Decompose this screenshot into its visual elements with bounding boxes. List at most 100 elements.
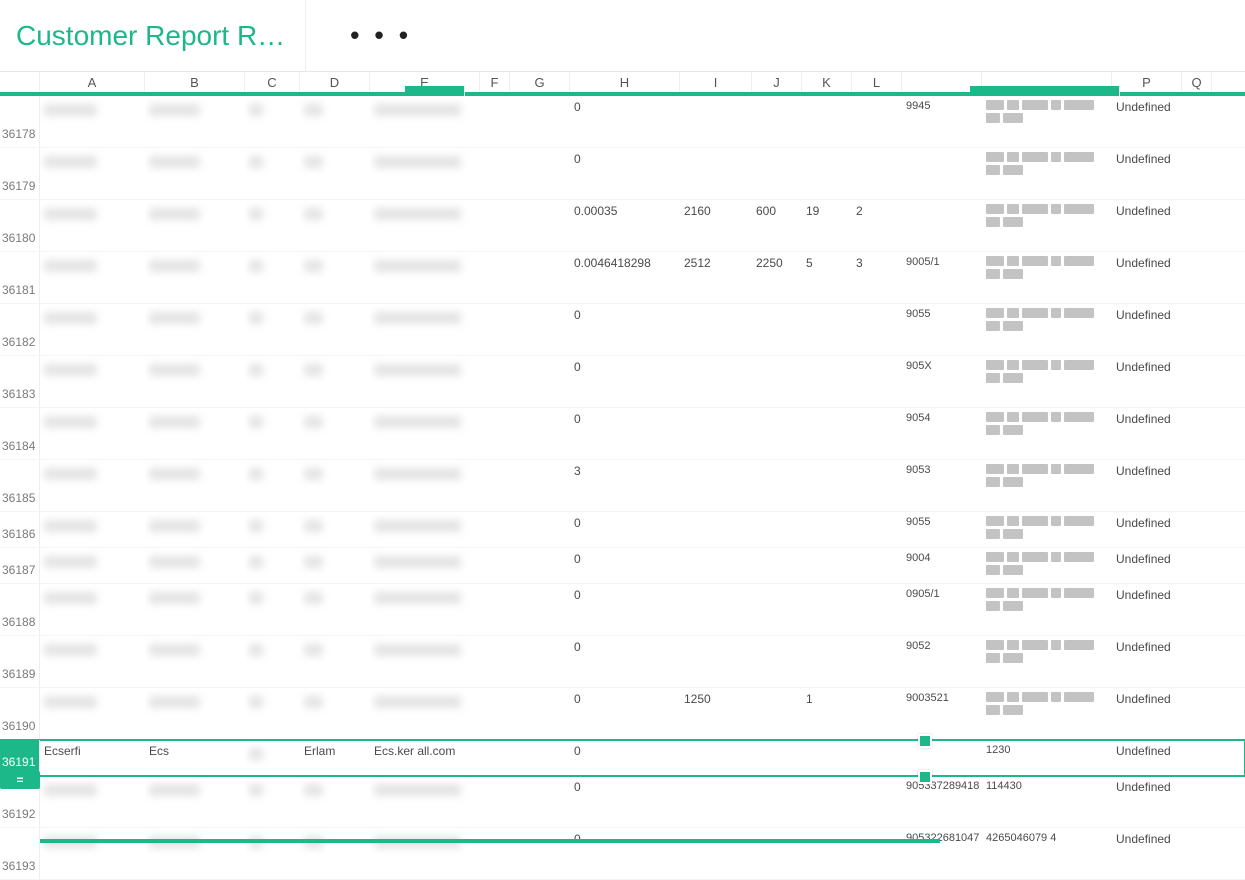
cell-B[interactable] xyxy=(145,356,245,407)
cell-F[interactable] xyxy=(480,688,510,739)
cell-D[interactable] xyxy=(300,776,370,827)
cell-J[interactable] xyxy=(752,356,802,407)
cell-I[interactable] xyxy=(680,512,752,547)
cell-B[interactable] xyxy=(145,828,245,879)
cell-A[interactable] xyxy=(40,96,145,147)
cell-D[interactable] xyxy=(300,636,370,687)
cell-A[interactable] xyxy=(40,584,145,635)
cell-I[interactable] xyxy=(680,148,752,199)
cell-K[interactable] xyxy=(802,408,852,459)
cell-E[interactable] xyxy=(370,688,480,739)
cell-E[interactable] xyxy=(370,548,480,583)
cell-G[interactable] xyxy=(510,776,570,827)
cell-L[interactable] xyxy=(852,584,902,635)
cell-D[interactable] xyxy=(300,548,370,583)
cell-E[interactable] xyxy=(370,356,480,407)
cell-C[interactable] xyxy=(245,408,300,459)
cell-D[interactable] xyxy=(300,148,370,199)
cell-E[interactable] xyxy=(370,776,480,827)
cell-G[interactable] xyxy=(510,584,570,635)
cell-D[interactable]: Erlam xyxy=(300,740,370,775)
cell-F[interactable] xyxy=(480,304,510,355)
cell-P[interactable]: Undefined xyxy=(1112,828,1182,879)
cell-J[interactable] xyxy=(752,512,802,547)
col-H[interactable]: H xyxy=(570,72,680,92)
cell-Q[interactable] xyxy=(1182,148,1212,199)
cell-M[interactable]: 9052 xyxy=(902,636,982,687)
cell-I[interactable] xyxy=(680,96,752,147)
cell-H[interactable]: 0.0046418298 xyxy=(570,252,680,303)
cell-E[interactable] xyxy=(370,304,480,355)
cell-P[interactable]: Undefined xyxy=(1112,584,1182,635)
cell-C[interactable] xyxy=(245,460,300,511)
cell-Q[interactable] xyxy=(1182,828,1212,879)
cell-J[interactable] xyxy=(752,408,802,459)
cell-G[interactable] xyxy=(510,740,570,775)
table-row[interactable]: 36178=09945Undefined xyxy=(0,96,1245,148)
cell-B[interactable] xyxy=(145,460,245,511)
cell-K[interactable] xyxy=(802,548,852,583)
cell-B[interactable] xyxy=(145,304,245,355)
cell-L[interactable] xyxy=(852,776,902,827)
cell-H[interactable]: 0 xyxy=(570,636,680,687)
table-row[interactable]: 36190=0125019003521Undefined xyxy=(0,688,1245,740)
row-number[interactable]: 36189= xyxy=(0,636,40,687)
cell-E[interactable] xyxy=(370,636,480,687)
cell-G[interactable] xyxy=(510,96,570,147)
cell-D[interactable] xyxy=(300,512,370,547)
cell-N[interactable] xyxy=(982,584,1112,635)
cell-K[interactable]: 19 xyxy=(802,200,852,251)
cell-L[interactable] xyxy=(852,512,902,547)
cell-A[interactable] xyxy=(40,776,145,827)
cell-H[interactable]: 0 xyxy=(570,828,680,879)
cell-J[interactable] xyxy=(752,636,802,687)
cell-L[interactable] xyxy=(852,304,902,355)
cell-K[interactable] xyxy=(802,740,852,775)
cell-P[interactable]: Undefined xyxy=(1112,356,1182,407)
cell-K[interactable]: 1 xyxy=(802,688,852,739)
cell-I[interactable]: 2512 xyxy=(680,252,752,303)
cell-M[interactable]: 9945 xyxy=(902,96,982,147)
cell-J[interactable] xyxy=(752,96,802,147)
cell-P[interactable]: Undefined xyxy=(1112,96,1182,147)
cell-M[interactable] xyxy=(902,148,982,199)
table-row[interactable]: 36191=EcserfiEcsErlamEcs.ker all.com0123… xyxy=(0,740,1245,776)
col-D[interactable]: D xyxy=(300,72,370,92)
cell-L[interactable] xyxy=(852,828,902,879)
cell-Q[interactable] xyxy=(1182,548,1212,583)
cell-H[interactable]: 0 xyxy=(570,584,680,635)
cell-H[interactable]: 0 xyxy=(570,408,680,459)
cell-H[interactable]: 0 xyxy=(570,548,680,583)
cell-C[interactable] xyxy=(245,584,300,635)
cell-E[interactable] xyxy=(370,460,480,511)
cell-D[interactable] xyxy=(300,460,370,511)
cell-N[interactable] xyxy=(982,148,1112,199)
cell-B[interactable] xyxy=(145,584,245,635)
cell-C[interactable] xyxy=(245,252,300,303)
cell-I[interactable] xyxy=(680,304,752,355)
cell-L[interactable] xyxy=(852,460,902,511)
cell-N[interactable] xyxy=(982,304,1112,355)
cell-M[interactable]: 9055 xyxy=(902,512,982,547)
cell-N[interactable] xyxy=(982,96,1112,147)
col-L[interactable]: L xyxy=(852,72,902,92)
cell-P[interactable]: Undefined xyxy=(1112,304,1182,355)
cell-Q[interactable] xyxy=(1182,200,1212,251)
cell-H[interactable]: 0 xyxy=(570,740,680,775)
cell-D[interactable] xyxy=(300,688,370,739)
cell-H[interactable]: 0 xyxy=(570,356,680,407)
cell-H[interactable]: 3 xyxy=(570,460,680,511)
cell-Q[interactable] xyxy=(1182,688,1212,739)
cell-Q[interactable] xyxy=(1182,96,1212,147)
cell-B[interactable] xyxy=(145,200,245,251)
table-row[interactable]: 36182=09055Undefined xyxy=(0,304,1245,356)
cell-A[interactable] xyxy=(40,304,145,355)
cell-A[interactable] xyxy=(40,688,145,739)
cell-I[interactable] xyxy=(680,356,752,407)
cell-A[interactable] xyxy=(40,408,145,459)
cell-F[interactable] xyxy=(480,584,510,635)
cell-C[interactable] xyxy=(245,828,300,879)
cell-B[interactable] xyxy=(145,408,245,459)
cell-D[interactable] xyxy=(300,304,370,355)
col-P[interactable]: P xyxy=(1112,72,1182,92)
